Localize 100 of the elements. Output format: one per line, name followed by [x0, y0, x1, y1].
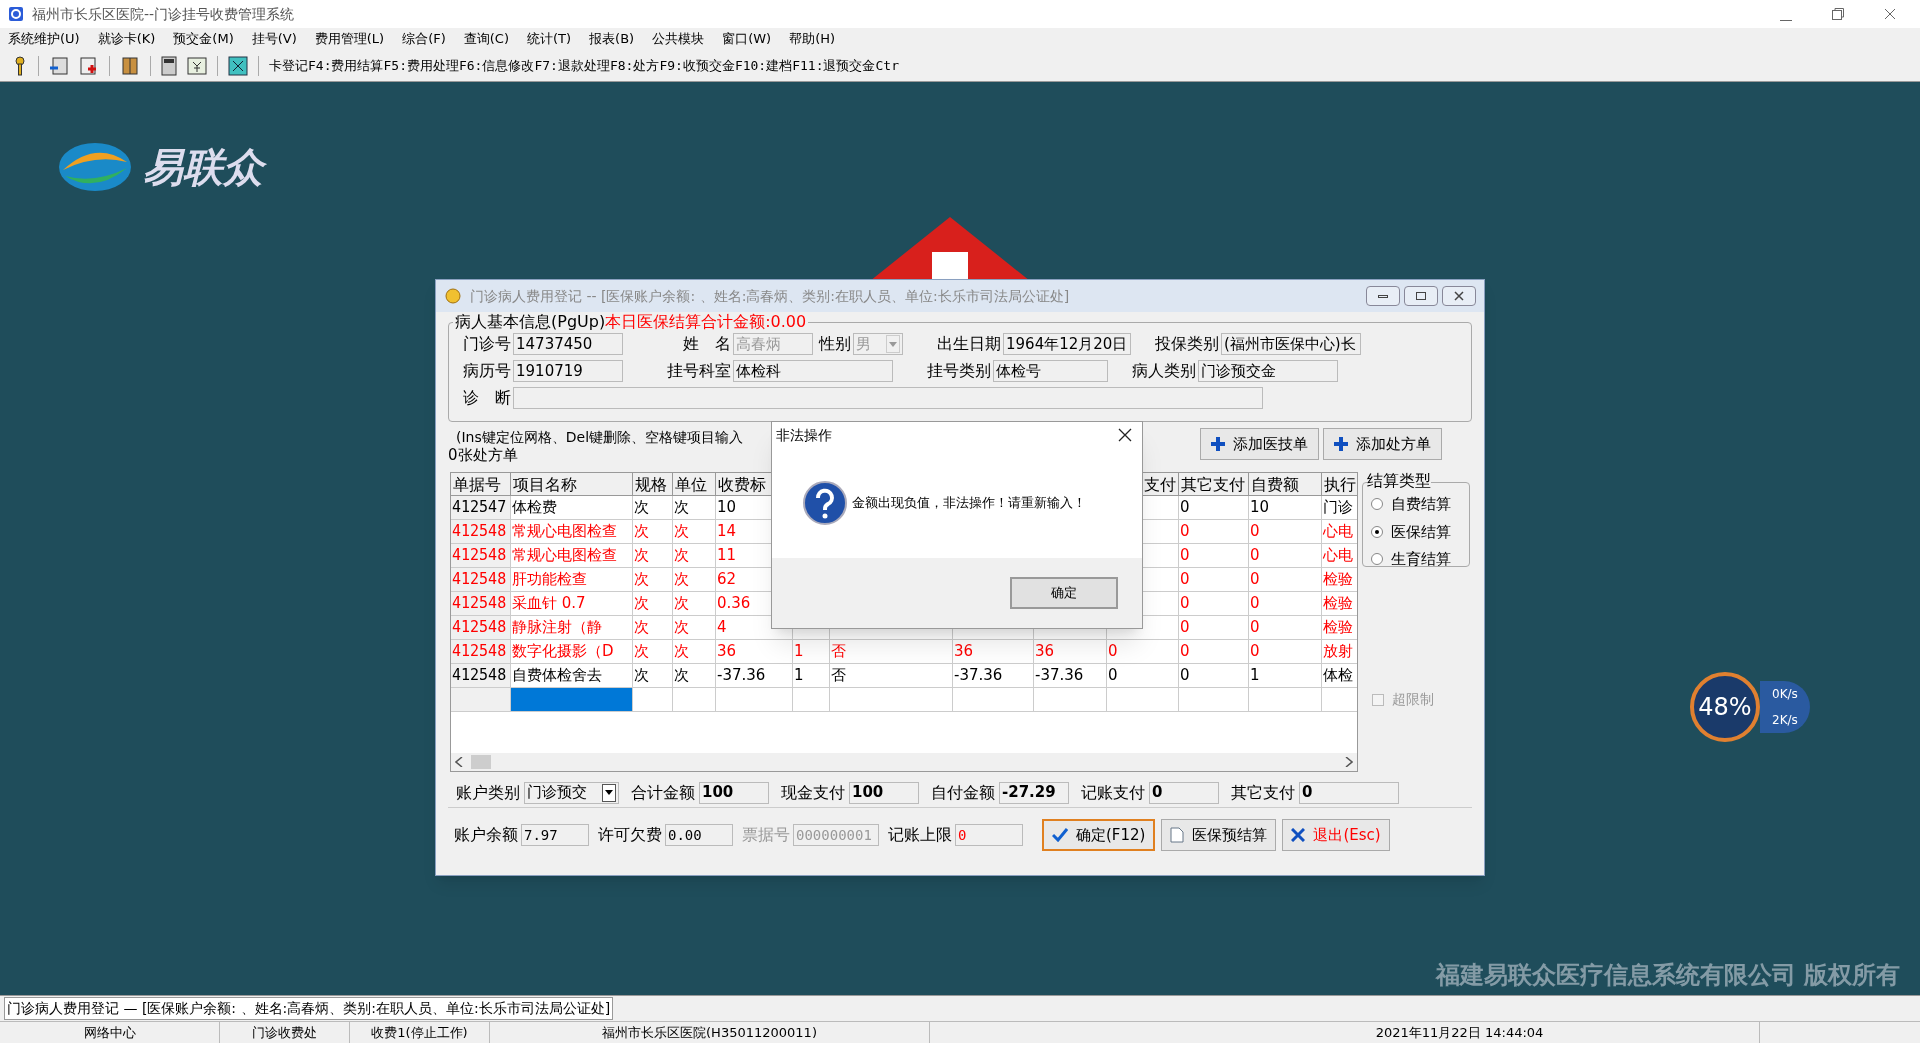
input-field[interactable]: 7.97: [521, 824, 589, 846]
menu-item[interactable]: 系统维护(U): [8, 29, 80, 49]
input-field[interactable]: 0: [955, 824, 1023, 846]
minimize-button[interactable]: [1366, 286, 1400, 306]
scrollbar-thumb[interactable]: [471, 755, 491, 769]
field-label: 病历号: [462, 360, 512, 382]
book-icon[interactable]: [120, 55, 140, 76]
card-icon[interactable]: [49, 55, 69, 76]
status-message: 门诊病人费用登记 — [医保账户余额: 、姓名:高春炳、类别:在职人员、单位:长乐市司法局公证处]: [4, 997, 614, 1020]
dialog-title: 门诊病人费用登记 -- [医保账户余额: 、姓名:高春炳、类别:在职人员、单位:长乐市司法局公证处]: [470, 286, 1070, 306]
menu-item[interactable]: 查询(C): [463, 29, 509, 49]
table-cell: 静脉注射（静: [511, 616, 633, 640]
input-field[interactable]: 0: [1149, 781, 1219, 804]
field-label: 出生日期: [936, 333, 1002, 355]
minimize-icon[interactable]: [1780, 19, 1792, 21]
action-button[interactable]: 确定(F12): [1042, 819, 1156, 851]
radio-button[interactable]: [1371, 553, 1383, 566]
table-cell: 0: [1179, 496, 1249, 520]
field-label: 投保类别: [1154, 333, 1220, 355]
close-icon: [1291, 828, 1306, 842]
close-button[interactable]: [1118, 428, 1132, 442]
question-icon: [802, 480, 848, 526]
table-cell: -37.36: [953, 664, 1034, 688]
table-cell: 0: [1179, 640, 1249, 664]
field-label: 现金支付: [781, 781, 845, 804]
radio-label: 医保结算: [1391, 521, 1451, 543]
focused-cell[interactable]: [511, 688, 633, 712]
table-cell: 检验: [1322, 592, 1357, 616]
input-field[interactable]: 100: [849, 781, 919, 804]
input-field[interactable]: 0.00: [665, 824, 733, 846]
exit-icon[interactable]: [228, 55, 248, 76]
menu-item[interactable]: 公共模块: [652, 29, 705, 49]
restore-icon[interactable]: [1832, 7, 1844, 20]
cash-icon[interactable]: [187, 55, 207, 76]
input-field[interactable]: (福州市医保中心)长: [1221, 333, 1361, 355]
table-cell: 1: [793, 640, 830, 664]
input-field[interactable]: -27.29: [999, 781, 1069, 804]
maximize-button[interactable]: [1404, 286, 1438, 306]
table-cell: 门诊: [1322, 496, 1357, 520]
key-icon[interactable]: [12, 55, 28, 76]
shortcut-hint: 卡登记F4:费用结算F5:费用处理F6:信息修改F7:退款处理F8:处方F9:收预交金F10:建档F11:退预交金Ctr: [269, 56, 899, 75]
action-button[interactable]: 医保预结算: [1161, 819, 1277, 851]
input-field[interactable]: 门诊预交金: [1198, 360, 1338, 382]
input-field[interactable]: 14737450: [513, 333, 623, 355]
empty-cell: [673, 688, 716, 712]
table-cell: -37.36: [1034, 664, 1107, 688]
plus-icon: [1334, 437, 1348, 451]
menu-item[interactable]: 报表(B): [589, 29, 635, 49]
field-label: 性别: [817, 333, 852, 355]
maximize-icon: [1416, 292, 1426, 300]
table-cell: 0: [1249, 640, 1322, 664]
radio-button[interactable]: [1371, 525, 1383, 538]
radio-button[interactable]: [1371, 498, 1383, 511]
add-button[interactable]: 添加处方单: [1323, 428, 1442, 460]
table-cell: 放射: [1322, 640, 1357, 664]
field-label: 账户类别: [456, 781, 520, 804]
table-cell: 412548: [451, 616, 511, 640]
column-header: 单位: [673, 473, 716, 496]
table-cell: 次: [673, 496, 716, 520]
input-field[interactable]: 体检号: [993, 360, 1108, 382]
table-cell: 次: [673, 568, 716, 592]
table-cell: 0: [1179, 520, 1249, 544]
input-field[interactable]: 100: [699, 781, 769, 804]
table-cell: 0: [1179, 616, 1249, 640]
table-cell: 采血针 0.7: [511, 592, 633, 616]
menu-item[interactable]: 就诊卡(K): [97, 29, 156, 49]
input-field[interactable]: 0: [1299, 781, 1399, 804]
calculator-icon[interactable]: [161, 55, 177, 76]
input-field[interactable]: 1910719: [513, 360, 623, 382]
group-label: 病人基本信息(PgUp): [455, 313, 606, 331]
table-cell: 次: [633, 496, 673, 520]
table-cell: 体检: [1322, 664, 1357, 688]
menu-item[interactable]: 帮助(H): [789, 29, 836, 49]
menu-item[interactable]: 窗口(W): [722, 29, 772, 49]
input-field[interactable]: 体检科: [733, 360, 893, 382]
menu-item[interactable]: 预交金(M): [173, 29, 234, 49]
minimize-icon: [1378, 294, 1388, 298]
add-button[interactable]: 添加医技单: [1200, 428, 1319, 460]
input-field[interactable]: 1964年12月20日: [1003, 333, 1131, 355]
empty-cell: [1107, 688, 1179, 712]
close-button[interactable]: [1442, 286, 1476, 306]
table-cell: 次: [633, 616, 673, 640]
table-cell: -37.36: [716, 664, 793, 688]
dropdown[interactable]: 门诊预交: [524, 781, 619, 804]
daily-total: 本日医保结算合计金额:0.00: [605, 313, 807, 331]
table-cell: 次: [633, 568, 673, 592]
menu-item[interactable]: 综合(F): [402, 29, 446, 49]
table-cell: 412548: [451, 520, 511, 544]
add-document-icon[interactable]: [79, 55, 99, 76]
input-field[interactable]: [513, 387, 1263, 409]
menu-item[interactable]: 挂号(V): [251, 29, 297, 49]
column-header: 自费额: [1249, 473, 1322, 496]
ok-button[interactable]: 确定: [1010, 577, 1118, 609]
menu-item[interactable]: 统计(T): [527, 29, 572, 49]
table-cell: 常规心电图检查: [511, 544, 633, 568]
menu-item[interactable]: 费用管理(L): [314, 29, 385, 49]
table-cell: 次: [633, 592, 673, 616]
horizontal-scrollbar[interactable]: [451, 753, 1357, 771]
field-label: 合计金额: [631, 781, 695, 804]
close-icon[interactable]: [1884, 7, 1896, 20]
